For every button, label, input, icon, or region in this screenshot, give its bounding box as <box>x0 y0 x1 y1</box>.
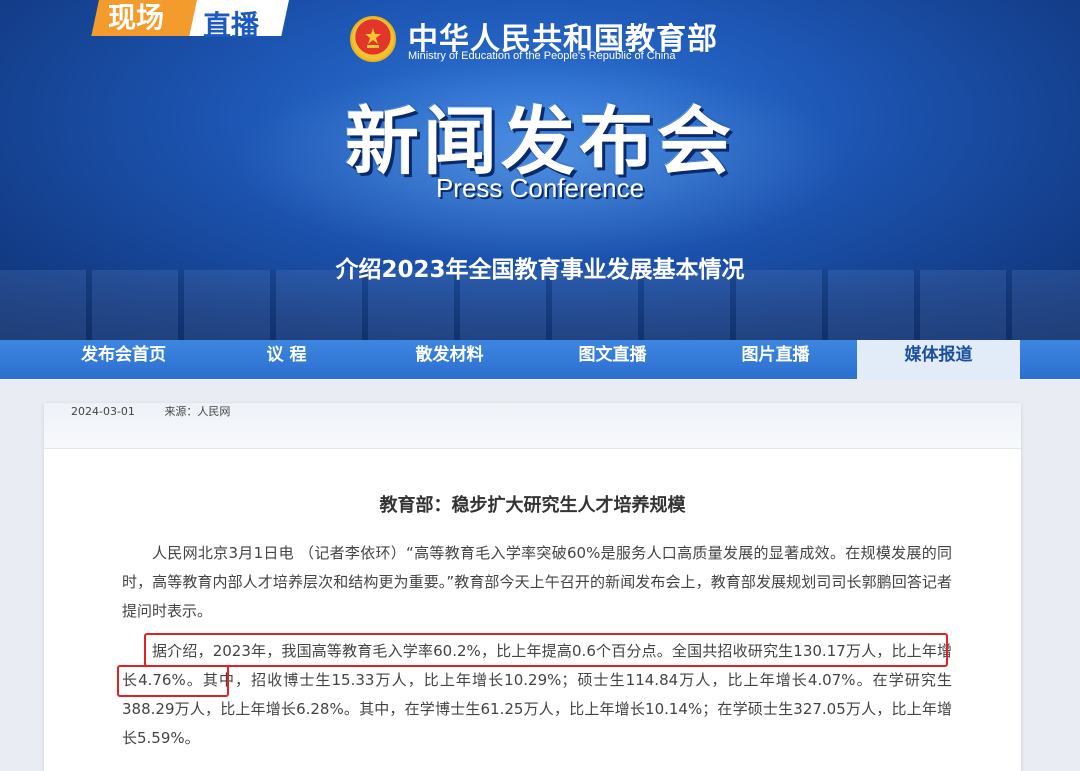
nav-item-text-live[interactable]: 图文直播 <box>531 340 694 379</box>
live-badge-right-text: 直播 <box>203 9 260 42</box>
nav-item-home[interactable]: 发布会首页 <box>42 340 205 379</box>
article-date: 2024-03-01 <box>71 405 135 418</box>
nav-item-materials[interactable]: 散发材料 <box>368 340 531 379</box>
nav-item-agenda[interactable]: 议 程 <box>205 340 368 379</box>
banner-title-en: Press Conference <box>435 173 645 203</box>
article-paragraph: 人民网北京3月1日电 （记者李依环）“高等教育毛入学率突破60%是服务人口高质量… <box>122 544 952 620</box>
article-meta: 2024-03-01 来源：人民网 <box>44 403 1021 449</box>
live-badge: 现场 直播 <box>91 0 296 44</box>
highlight-box-line2 <box>117 665 229 697</box>
main-nav: 发布会首页 议 程 散发材料 图文直播 图片直播 媒体报道 <box>0 340 1080 379</box>
ministry-name-en: Ministry of Education of the People's Re… <box>408 50 676 62</box>
nav-item-media-reports[interactable]: 媒体报道 <box>857 340 1020 379</box>
conference-subtitle: 介绍2023年全国教育事业发展基本情况 <box>335 257 745 283</box>
article-card: 2024-03-01 来源：人民网 教育部：稳步扩大研究生人才培养规模 人民网北… <box>44 403 1021 771</box>
article-source: 来源：人民网 <box>164 405 231 418</box>
live-badge-left-text: 现场 <box>108 1 165 34</box>
highlight-box-line1 <box>144 633 948 667</box>
press-conference-banner: 现场 直播 中华人民共和国教育部 Ministry of Education o… <box>0 0 1080 340</box>
nav-item-photo-live[interactable]: 图片直播 <box>694 340 857 379</box>
article-title: 教育部：稳步扩大研究生人才培养规模 <box>379 495 686 516</box>
national-emblem-icon <box>350 16 396 62</box>
